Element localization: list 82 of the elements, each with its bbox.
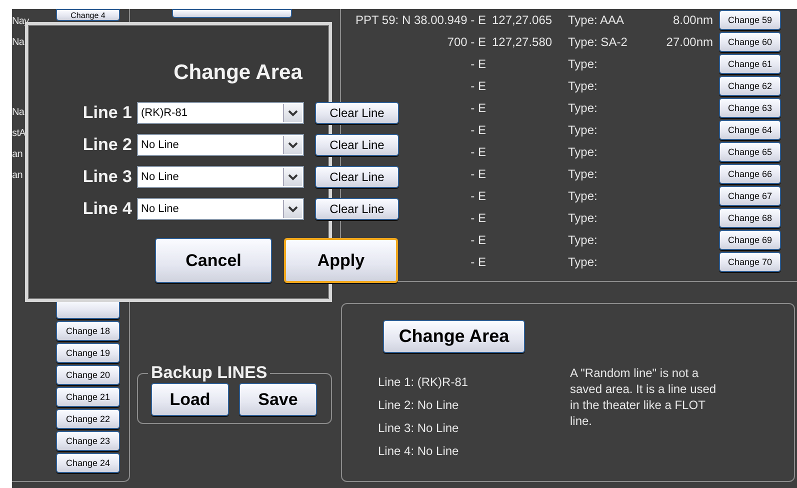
coordinate-text: - E: [470, 57, 486, 71]
clear-line-button[interactable]: Clear Line: [315, 198, 399, 220]
change-button[interactable]: Change 70: [719, 252, 781, 272]
type-text: Type:: [568, 101, 598, 115]
row-label: Na: [12, 106, 25, 120]
type-text: Type:: [568, 189, 598, 203]
coordinate-text: - E: [470, 101, 486, 115]
change-button[interactable]: Change 18: [56, 321, 120, 341]
coordinate-text: 127,27.065: [492, 13, 554, 27]
line-text: Line 1: (RK)R-81: [378, 374, 470, 391]
change-button[interactable]: Change 69: [719, 230, 781, 250]
dialog-title: Change Area: [172, 60, 304, 86]
line-label: Line 1: [82, 102, 132, 124]
line-label: Line 2: [82, 134, 132, 156]
row-label: an: [12, 148, 24, 162]
change-button[interactable]: Change 63: [719, 98, 781, 118]
line-label: Line 3: [82, 166, 132, 188]
change-button[interactable]: Change 4: [56, 9, 120, 21]
clear-line-button[interactable]: Clear Line: [315, 102, 399, 124]
coordinate-text: - E: [470, 145, 486, 159]
change-button[interactable]: Change 65: [719, 142, 781, 162]
change-button[interactable]: Change 64: [719, 120, 781, 140]
type-text: Type:: [568, 233, 598, 247]
coordinate-text: - E: [470, 233, 486, 247]
load-button[interactable]: Load: [151, 383, 229, 416]
change-button[interactable]: Change 24: [56, 453, 120, 473]
line-text: Line 4: No Line: [378, 443, 460, 460]
change-button[interactable]: Change 61: [719, 54, 781, 74]
line-dropdown[interactable]: No Line: [137, 198, 304, 220]
coordinate-text: - E: [470, 167, 486, 181]
change-button[interactable]: Change 68: [719, 208, 781, 228]
caret-icon: [283, 104, 302, 122]
coordinate-text: 700 - E: [447, 35, 486, 49]
type-text: Type: SA-2: [568, 35, 628, 49]
line-label: Line 4: [82, 198, 132, 220]
coordinate-text: - E: [470, 211, 486, 225]
line-dropdown[interactable]: No Line: [137, 134, 304, 156]
type-text: Type:: [568, 211, 598, 225]
change-button[interactable]: Change 19: [56, 343, 120, 363]
line-dropdown[interactable]: (RK)R-81: [137, 102, 304, 124]
row-label: Na: [12, 36, 25, 50]
caret-icon: [283, 168, 302, 186]
type-text: Type:: [568, 167, 598, 181]
coordinate-text: 127,27.580: [492, 35, 554, 49]
line-text: Line 3: No Line: [378, 420, 460, 437]
note-text: A "Random line" is not a saved area. It is a line used in the theater like a FLOT line.: [570, 365, 718, 430]
distance-text: 8.00nm: [672, 13, 713, 27]
group-title: Backup LINES: [150, 363, 268, 383]
save-button[interactable]: Save: [239, 383, 317, 416]
change-area-button[interactable]: Change Area: [383, 320, 525, 353]
type-text: Type:: [568, 57, 598, 71]
coordinate-text: - E: [470, 189, 486, 203]
type-text: Type:: [568, 123, 598, 137]
cancel-button[interactable]: Cancel: [155, 238, 272, 283]
line-dropdown[interactable]: No Line: [137, 166, 304, 188]
coordinate-text: - E: [470, 123, 486, 137]
line-text: Line 2: No Line: [378, 397, 460, 414]
change-button[interactable]: Change 20: [56, 365, 120, 385]
change-button[interactable]: Change 60: [719, 32, 781, 52]
type-text: Type:: [568, 145, 598, 159]
partial-button[interactable]: [172, 9, 292, 18]
change-button[interactable]: Change 66: [719, 164, 781, 184]
clear-line-button[interactable]: Clear Line: [315, 134, 399, 156]
distance-text: 27.00nm: [666, 35, 713, 49]
change-button[interactable]: Change 59: [719, 10, 781, 30]
type-text: Type: AAA: [568, 13, 626, 27]
caret-icon: [283, 136, 302, 154]
apply-button[interactable]: Apply: [284, 238, 398, 283]
coordinate-text: PPT 59: N 38.00.949 - E: [355, 13, 486, 27]
coordinate-text: - E: [470, 79, 486, 93]
row-label: an: [12, 169, 24, 183]
change-button[interactable]: Change 22: [56, 409, 120, 429]
change-button[interactable]: Change 23: [56, 431, 120, 451]
type-text: Type:: [568, 255, 598, 269]
type-text: Type:: [568, 79, 598, 93]
coordinate-text: - E: [470, 255, 486, 269]
row-label: stA: [12, 127, 25, 141]
caret-icon: [283, 200, 302, 218]
change-button[interactable]: Change 21: [56, 387, 120, 407]
clear-line-button[interactable]: Clear Line: [315, 166, 399, 188]
change-button[interactable]: Change 67: [719, 186, 781, 206]
change-button[interactable]: Change 62: [719, 76, 781, 96]
